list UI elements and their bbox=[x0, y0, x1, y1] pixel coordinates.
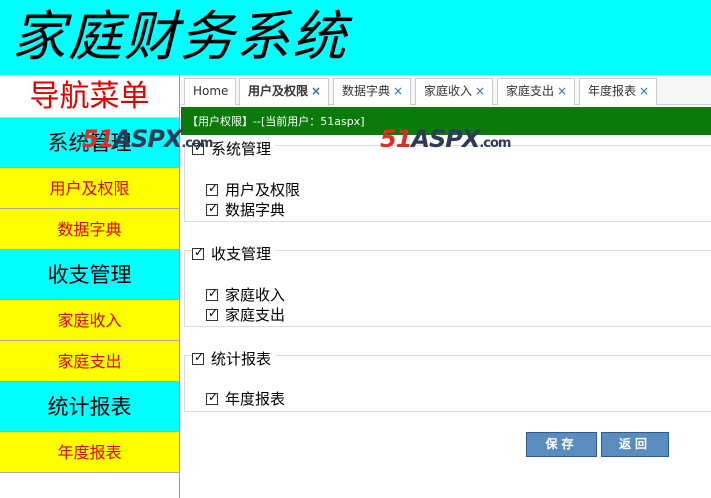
close-icon[interactable]: × bbox=[311, 84, 321, 98]
nav-item-family-income[interactable]: 家庭收入 bbox=[0, 300, 179, 341]
section-label: 收支管理 bbox=[211, 245, 272, 263]
section-legend[interactable]: ✓ 统计报表 bbox=[192, 348, 276, 369]
permission-item[interactable]: ✓ 家庭收入 bbox=[206, 284, 285, 305]
tab-home[interactable]: Home bbox=[184, 78, 236, 105]
sidebar-title: 导航菜单 bbox=[0, 75, 179, 118]
back-button[interactable]: 返回 bbox=[601, 432, 669, 457]
tab-family-income[interactable]: 家庭收入 × bbox=[415, 78, 493, 105]
checkbox-checked-icon[interactable]: ✓ bbox=[206, 390, 218, 405]
tab-data-dictionary[interactable]: 数据字典 × bbox=[333, 78, 411, 105]
close-icon[interactable]: × bbox=[475, 84, 485, 98]
permission-item[interactable]: ✓ 年度报表 bbox=[206, 388, 285, 409]
section-label: 统计报表 bbox=[211, 350, 272, 368]
app-title: 家庭财务系统 bbox=[12, 5, 348, 68]
checkbox-checked-icon[interactable]: ✓ bbox=[206, 306, 218, 321]
permission-label: 家庭支出 bbox=[225, 306, 286, 324]
tab-label: 用户及权限 bbox=[248, 84, 309, 98]
permission-label: 用户及权限 bbox=[225, 181, 301, 199]
tab-family-expense[interactable]: 家庭支出 × bbox=[497, 78, 575, 105]
tab-label: 家庭支出 bbox=[506, 84, 555, 98]
nav-group-reports[interactable]: 统计报表 bbox=[0, 382, 179, 432]
tab-label: 家庭收入 bbox=[424, 84, 473, 98]
permission-label: 数据字典 bbox=[225, 201, 286, 219]
nav-item-annual-report[interactable]: 年度报表 bbox=[0, 432, 179, 473]
tab-annual-report[interactable]: 年度报表 × bbox=[579, 78, 657, 105]
permission-label: 年度报表 bbox=[225, 390, 286, 408]
tab-label: 数据字典 bbox=[342, 84, 391, 98]
close-icon[interactable]: × bbox=[557, 84, 567, 98]
watermark-logo: 51ASPX.com bbox=[82, 125, 213, 153]
checkbox-checked-icon[interactable]: ✓ bbox=[192, 245, 204, 260]
permission-item[interactable]: ✓ 家庭支出 bbox=[206, 304, 285, 325]
tab-user-permission[interactable]: 用户及权限 × bbox=[239, 78, 329, 106]
nav-item-user-permission[interactable]: 用户及权限 bbox=[0, 168, 179, 209]
watermark-logo: 51ASPX.com bbox=[380, 125, 511, 153]
close-icon[interactable]: × bbox=[639, 84, 649, 98]
tab-bar: Home 用户及权限 × 数据字典 × 家庭收入 × 家庭支出 × 年度报表 × bbox=[181, 75, 711, 106]
permission-title: 【用户权限】--[当前用户：51aspx] bbox=[187, 115, 365, 128]
section-legend[interactable]: ✓ 收支管理 bbox=[192, 243, 276, 264]
checkbox-checked-icon[interactable]: ✓ bbox=[192, 350, 204, 365]
checkbox-checked-icon[interactable]: ✓ bbox=[206, 286, 218, 301]
permission-item[interactable]: ✓ 数据字典 bbox=[206, 199, 285, 220]
nav-item-data-dictionary[interactable]: 数据字典 bbox=[0, 209, 179, 250]
permission-item[interactable]: ✓ 用户及权限 bbox=[206, 179, 300, 200]
tab-label: Home bbox=[193, 84, 229, 98]
checkbox-checked-icon[interactable]: ✓ bbox=[206, 201, 218, 216]
checkbox-checked-icon[interactable]: ✓ bbox=[206, 181, 218, 196]
nav-item-family-expense[interactable]: 家庭支出 bbox=[0, 341, 179, 382]
close-icon[interactable]: × bbox=[393, 84, 403, 98]
section-label: 系统管理 bbox=[211, 140, 272, 158]
header-bar: 家庭财务系统 bbox=[0, 0, 711, 75]
permission-label: 家庭收入 bbox=[225, 286, 286, 304]
save-button[interactable]: 保存 bbox=[526, 432, 597, 457]
nav-group-income-expense[interactable]: 收支管理 bbox=[0, 250, 179, 300]
tab-label: 年度报表 bbox=[588, 84, 637, 98]
